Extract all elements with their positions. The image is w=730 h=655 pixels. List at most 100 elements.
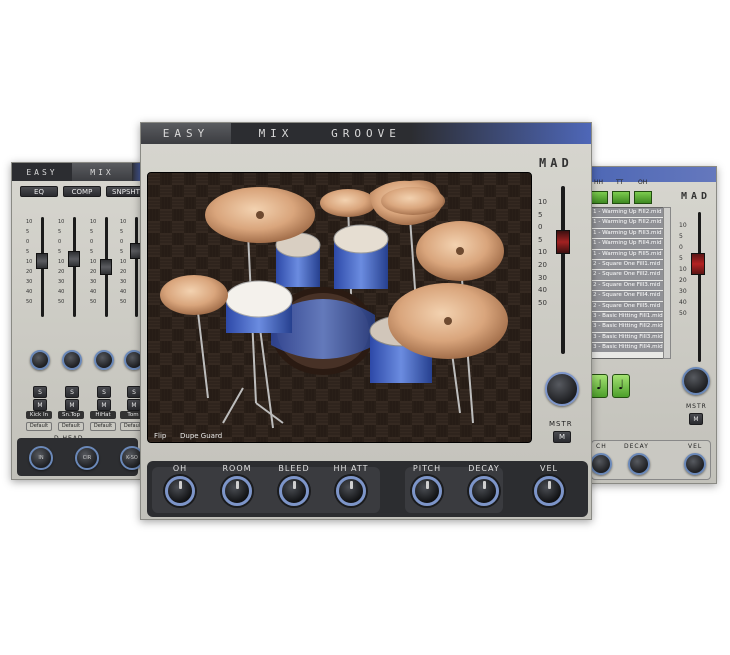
decay-label: DECAY	[468, 464, 500, 473]
mute-button[interactable]: M	[65, 399, 79, 411]
drum-kit-stage[interactable]: Flip Dupe Guard	[147, 172, 532, 443]
pitch-knob[interactable]	[412, 476, 442, 506]
list-item[interactable]: 3 - Basic Hitting Fill3.mid	[591, 332, 669, 344]
list-item[interactable]: 1 - Warming Up Fill4.mid	[591, 239, 669, 250]
list-item[interactable]: 3 - Basic Hitting Fill2.mid	[591, 322, 669, 333]
bleed-knob[interactable]	[279, 476, 309, 506]
hh-button-label: HH	[594, 179, 604, 186]
master-section: 10 5 0 5 10 20 30 40 50 MSTR M	[537, 168, 590, 450]
list-item[interactable]: 1 - Warming Up Fill5.mid	[591, 249, 669, 260]
list-item[interactable]: 3 - Basic Hitting Fill4.mid	[591, 343, 669, 354]
decay-knob[interactable]	[469, 476, 499, 506]
bleed-label: BLEED	[278, 464, 310, 473]
pitch-label-partial: CH	[596, 443, 607, 450]
master-knob[interactable]	[545, 372, 579, 406]
mute-button[interactable]: M	[127, 399, 141, 411]
pan-knob[interactable]	[30, 350, 50, 370]
right-master-label: MSTR	[686, 403, 707, 410]
d-head-strip: IN CIR K-SO	[17, 438, 143, 476]
file-list-scrollbar[interactable]	[663, 207, 671, 359]
right-bottom-strip: CH DECAY VEL	[590, 440, 711, 480]
oh-label: OH	[172, 464, 188, 473]
hh-button-row	[590, 191, 652, 204]
preset-selector[interactable]: Default	[90, 422, 116, 431]
tab-mix[interactable]: MIX	[231, 123, 321, 144]
oh-button-label: OH	[638, 179, 648, 186]
room-label: ROOM	[222, 464, 252, 473]
master-label: MSTR	[549, 420, 573, 428]
list-item[interactable]: 1 - Warming Up Fill2.mid	[591, 218, 669, 229]
vel-knob[interactable]	[534, 476, 564, 506]
list-item[interactable]: 2 - Square One Fill2.mid	[591, 270, 669, 281]
note-button-2[interactable]: ♩	[612, 374, 630, 398]
mix-button-row: EQ COMP SNPSHT	[20, 186, 143, 197]
note-button-1[interactable]: ♩	[590, 374, 608, 398]
channel-name: Kick In	[26, 411, 52, 419]
list-item[interactable]: 2 - Square One Fill4.mid	[591, 291, 669, 302]
list-item[interactable]: 2 - Square One Fill3.mid	[591, 280, 669, 292]
d-head-in-knob[interactable]: IN	[29, 446, 53, 470]
eq-button[interactable]: EQ	[20, 186, 58, 197]
snapshot-button[interactable]: SNPSHT	[106, 186, 143, 197]
right-fader-scale: 10 5 0 5 10 20 30 40 50	[679, 222, 687, 317]
mute-button[interactable]: M	[33, 399, 47, 411]
master-mute-button[interactable]: M	[553, 431, 571, 443]
midi-file-list[interactable]: 1 - Warming Up Fill2.mid 1 - Warming Up …	[590, 207, 670, 359]
right-master-fader[interactable]	[691, 253, 705, 275]
tt-button-label: TT	[616, 179, 624, 186]
pitch-label: PITCH	[412, 464, 442, 473]
mix-panel: EASY MIX EQ COMP SNPSHT 10 5 0 5 10 20 30 40 50 …	[11, 162, 144, 480]
d-head-cir-knob[interactable]: CIR	[75, 446, 99, 470]
solo-button[interactable]: S	[33, 386, 47, 398]
drum-kit-illustration	[148, 173, 531, 442]
master-fader-scale: 10 5 0 5 10 20 30 40 50	[538, 198, 547, 307]
tab-mix[interactable]: MIX	[72, 163, 132, 181]
oh-knob[interactable]	[165, 476, 195, 506]
list-item[interactable]: 2 - Square One Fill5.mid	[591, 301, 669, 312]
channel-fader[interactable]	[100, 259, 112, 275]
right-master-mute-button[interactable]: M	[689, 413, 703, 425]
room-knob[interactable]	[222, 476, 252, 506]
list-item[interactable]: 3 - Basic Hitting Fill1.mid	[591, 311, 669, 323]
oh-toggle[interactable]	[634, 191, 652, 204]
master-fader-track	[561, 186, 565, 354]
channel-fader[interactable]	[36, 253, 48, 269]
solo-button[interactable]: S	[127, 386, 141, 398]
easy-panel: EASY MIX GROOVE MAD Flip Dupe Guard 10 5…	[140, 122, 592, 520]
solo-button[interactable]: S	[65, 386, 79, 398]
right-master-knob[interactable]	[682, 367, 710, 395]
fader-scale: 10 5 0 5 10 20 30 40 50	[26, 219, 33, 305]
mix-tabs: EASY MIX	[12, 163, 143, 181]
mad-logo-right: MAD	[681, 191, 712, 202]
preset-selector[interactable]: Default	[58, 422, 84, 431]
channel-name: Sn.Top	[58, 411, 84, 419]
decay-label: DECAY	[624, 443, 649, 450]
list-item[interactable]: 1 - Warming Up Fill2.mid	[591, 208, 669, 219]
tab-easy[interactable]: EASY	[141, 123, 231, 144]
list-item[interactable]: 1 - Warming Up Fill3.mid	[591, 228, 669, 240]
pan-knob[interactable]	[62, 350, 82, 370]
dupe-guard-toggle[interactable]: Dupe Guard	[180, 432, 222, 440]
right-master-fader-track	[698, 212, 701, 362]
hh-att-knob[interactable]	[336, 476, 366, 506]
hh-att-label: HH ATT	[333, 464, 369, 473]
tt-toggle[interactable]	[612, 191, 630, 204]
solo-button[interactable]: S	[97, 386, 111, 398]
vel-knob[interactable]	[684, 453, 706, 475]
decay-knob[interactable]	[628, 453, 650, 475]
channel-name: HiHat	[90, 411, 116, 419]
pan-knob[interactable]	[94, 350, 114, 370]
tab-groove[interactable]: GROOVE	[321, 123, 411, 144]
list-item[interactable]: 2 - Square One Fill1.mid	[591, 259, 669, 271]
mute-button[interactable]: M	[97, 399, 111, 411]
comp-button[interactable]: COMP	[63, 186, 101, 197]
flip-toggle[interactable]: Flip	[154, 432, 166, 440]
tab-easy[interactable]: EASY	[12, 163, 72, 181]
channel-fader[interactable]	[68, 251, 80, 267]
hh-toggle[interactable]	[590, 191, 608, 204]
preset-selector[interactable]: Default	[26, 422, 52, 431]
easy-controls-bar: OH ROOM BLEED HH ATT PITCH DECAY VEL	[147, 461, 588, 517]
master-fader[interactable]	[556, 230, 570, 254]
main-tabs: EASY MIX GROOVE	[141, 123, 591, 144]
pitch-knob[interactable]	[590, 453, 612, 475]
